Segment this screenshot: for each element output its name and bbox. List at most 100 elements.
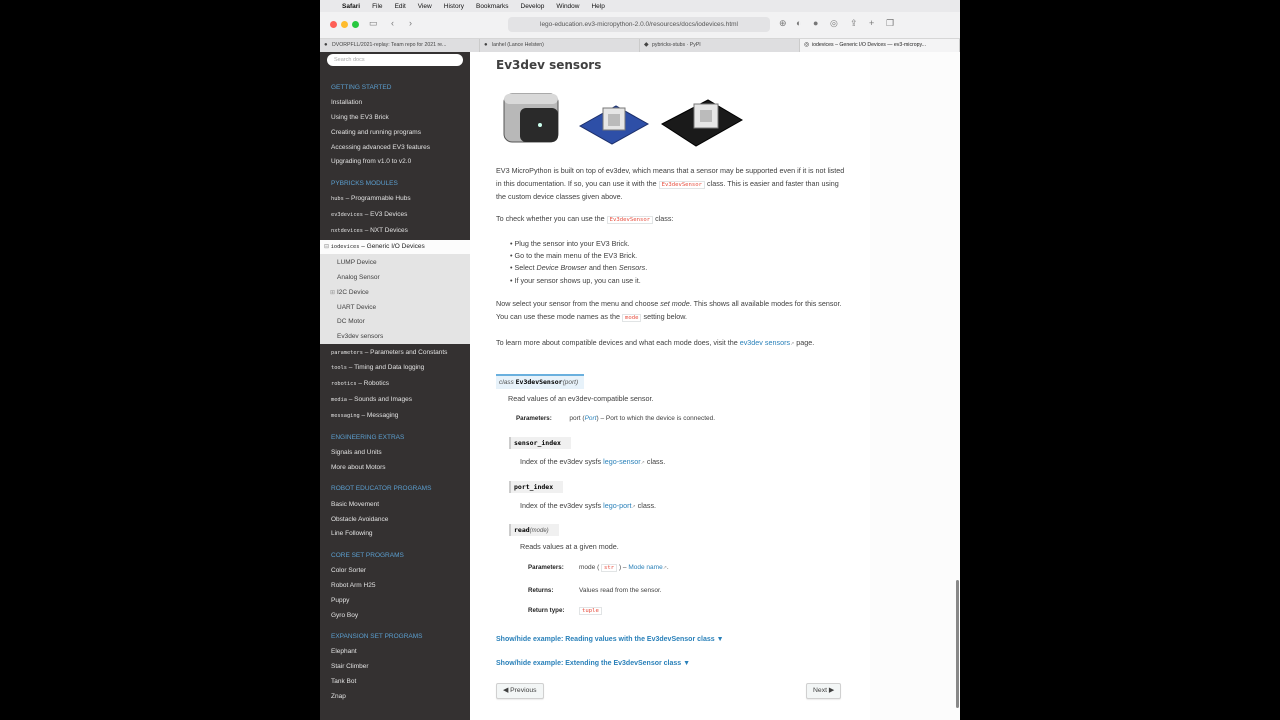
nav-robot-arm[interactable]: Robot Arm H25	[331, 582, 375, 589]
text: class:	[653, 214, 674, 223]
module-text: – Timing and Data logging	[346, 364, 425, 371]
tab-label: pybricks-stubs · PyPI	[652, 42, 701, 48]
class-name: Ev3devSensor	[515, 378, 563, 386]
module-code: iodevices	[330, 244, 360, 250]
section-pybricks-modules: PYBRICKS MODULES	[331, 180, 398, 187]
intro-paragraph: EV3 MicroPython is built on top of ev3de…	[496, 165, 846, 204]
method-read-desc: Reads values at a given mode.	[520, 542, 619, 551]
nav-lump-device[interactable]: LUMP Device	[337, 259, 377, 266]
menu-history[interactable]: History	[444, 3, 464, 10]
text: Go to the main menu of the EV3 Brick.	[514, 251, 638, 261]
returns-text: Values read from the sensor.	[579, 587, 662, 594]
tab-4-active[interactable]: ◎ iodevices – Generic I/O Devices — ev3-m…	[800, 39, 960, 52]
zoom-window-button[interactable]	[352, 21, 359, 28]
back-icon[interactable]: ‹	[391, 18, 394, 28]
nav-dc-motor[interactable]: DC Motor	[337, 318, 365, 325]
nav-creating-programs[interactable]: Creating and running programs	[331, 129, 421, 136]
nav-puppy[interactable]: Puppy	[331, 597, 349, 604]
params-label: Parameters:	[516, 415, 552, 422]
module-code: messaging	[331, 413, 360, 419]
nav-basic-movement[interactable]: Basic Movement	[331, 501, 379, 508]
nav-nxtdevices[interactable]: nxtdevices – NXT Devices	[331, 227, 408, 234]
nav-upgrading[interactable]: Upgrading from v1.0 to v2.0	[331, 158, 411, 165]
nav-installation[interactable]: Installation	[331, 99, 362, 106]
nav-robotics[interactable]: robotics – Robotics	[331, 380, 389, 387]
menu-app[interactable]: Safari	[342, 3, 360, 10]
nav-line-following[interactable]: Line Following	[331, 530, 373, 537]
main-content: Ev3dev sensors EV3 MicroPython is built	[470, 52, 870, 720]
menu-help[interactable]: Help	[591, 3, 604, 10]
extension-icon[interactable]: ◎	[830, 18, 838, 29]
toggle-example-reading[interactable]: Show/hide example: Reading values with t…	[496, 636, 724, 643]
nav-analog-sensor[interactable]: Analog Sensor	[337, 274, 380, 281]
nav-uart-device[interactable]: UART Device	[337, 304, 376, 311]
nav-gyro-boy[interactable]: Gyro Boy	[331, 612, 358, 619]
param-type-link[interactable]: Port	[585, 415, 597, 422]
list-item: • Go to the main menu of the EV3 Brick.	[510, 251, 638, 261]
tab-3[interactable]: ◆ pybricks-stubs · PyPI	[640, 39, 800, 52]
tab-bar: ● DVORPFLL/2021-replay: Team repo for 202…	[320, 39, 960, 53]
nav-elephant[interactable]: Elephant	[331, 648, 357, 655]
forward-icon[interactable]: ›	[409, 18, 412, 28]
shield-icon[interactable]: ◐	[796, 18, 801, 28]
class-params: Parameters: port (Port) – Port to which …	[516, 415, 716, 422]
menu-window[interactable]: Window	[556, 3, 579, 10]
nav-obstacle-avoidance[interactable]: Obstacle Avoidance	[331, 516, 388, 523]
tab-2[interactable]: ● lanhel (Lance Helsten)	[480, 39, 640, 52]
text: To learn more about compatible devices a…	[496, 338, 740, 347]
nav-tools[interactable]: tools – Timing and Data logging	[331, 364, 424, 371]
list-item: • Select Device Browser and then Sensors…	[510, 263, 648, 273]
ev3-sensor-image	[503, 93, 559, 143]
sidebar-toggle-icon[interactable]: ▭	[369, 18, 378, 29]
close-window-button[interactable]	[330, 21, 337, 28]
nav-ev3devices[interactable]: ev3devices – EV3 Devices	[331, 211, 407, 218]
toggle-example-extending[interactable]: Show/hide example: Extending the Ev3devS…	[496, 660, 690, 667]
nav-i2c-device[interactable]: ⊞ I2C Device	[330, 289, 369, 296]
rtype-label: Return type:	[528, 607, 565, 614]
module-text: – Messaging	[359, 412, 399, 419]
safari-window: Safari File Edit View History Bookmarks …	[320, 0, 960, 720]
nav-advanced-features[interactable]: Accessing advanced EV3 features	[331, 144, 430, 151]
mode-name-link[interactable]: Mode name	[628, 564, 662, 571]
nav-color-sorter[interactable]: Color Sorter	[331, 567, 366, 574]
menu-develop[interactable]: Develop	[521, 3, 545, 10]
attr-name: port_index	[514, 483, 554, 491]
previous-button[interactable]: ◀ Previous	[496, 683, 544, 699]
ev3dev-sensors-link[interactable]: ev3dev sensors	[740, 338, 790, 347]
address-bar[interactable]: lego-education.ev3-micropython-2.0.0/res…	[508, 17, 770, 32]
nav-znap[interactable]: Znap	[331, 693, 346, 700]
nav-stair-climber[interactable]: Stair Climber	[331, 663, 369, 670]
menu-edit[interactable]: Edit	[395, 3, 406, 10]
github-icon: ●	[484, 42, 488, 48]
method-returns: Returns: Values read from the sensor.	[528, 587, 728, 594]
nav-using-ev3[interactable]: Using the EV3 Brick	[331, 114, 389, 121]
menu-file[interactable]: File	[372, 3, 382, 10]
nav-hubs[interactable]: hubs – Programmable Hubs	[331, 195, 411, 202]
nav-media[interactable]: media – Sounds and Images	[331, 396, 412, 403]
collapse-icon[interactable]: ⊟	[324, 244, 331, 250]
menu-view[interactable]: View	[418, 3, 432, 10]
search-input[interactable]: Search docs	[327, 54, 463, 66]
new-tab-icon[interactable]: +	[869, 18, 874, 28]
nav-parameters[interactable]: parameters – Parameters and Constants	[331, 349, 447, 356]
menu-bookmarks[interactable]: Bookmarks	[476, 3, 509, 10]
nav-ev3dev-sensors[interactable]: Ev3dev sensors	[337, 333, 383, 340]
external-link-icon: ↗	[662, 565, 667, 571]
nav-more-motors[interactable]: More about Motors	[331, 464, 386, 471]
lego-sensor-link[interactable]: lego-sensor	[603, 457, 641, 466]
download-icon[interactable]: ⊕	[779, 18, 787, 29]
page-scrollbar[interactable]	[956, 580, 959, 708]
next-button[interactable]: Next ▶	[806, 683, 842, 699]
github-icon[interactable]: ●	[813, 18, 818, 28]
tab-1[interactable]: ● DVORPFLL/2021-replay: Team repo for 202…	[320, 39, 480, 52]
share-icon[interactable]: ⇪	[850, 18, 858, 29]
expand-icon[interactable]: ⊞	[330, 289, 335, 296]
nav-tank-bot[interactable]: Tank Bot	[331, 678, 356, 685]
attr-port-index-desc: Index of the ev3dev sysfs lego-port↗ cla…	[520, 501, 656, 510]
nav-signals-units[interactable]: Signals and Units	[331, 449, 382, 456]
nav-messaging[interactable]: messaging – Messaging	[331, 412, 398, 419]
lego-port-link[interactable]: lego-port	[603, 501, 631, 510]
minimize-window-button[interactable]	[341, 21, 348, 28]
tab-overview-icon[interactable]: ❐	[886, 18, 894, 29]
nav-iodevices-current[interactable]: ⊟ iodevices – Generic I/O Devices	[324, 243, 425, 250]
